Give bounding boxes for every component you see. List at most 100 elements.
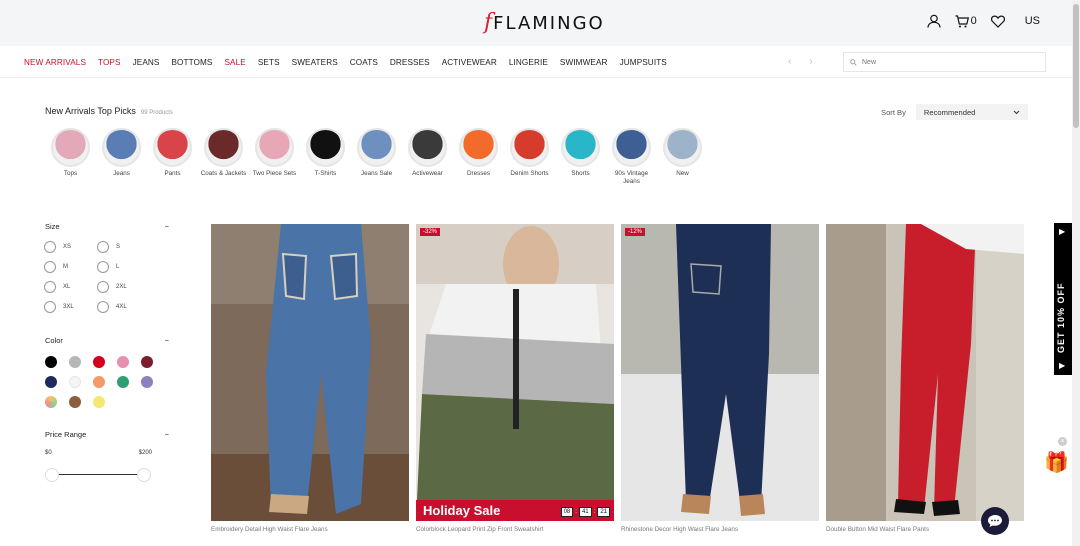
scrollbar-thumb[interactable] xyxy=(1073,4,1079,128)
nav-item-new-arrivals[interactable]: NEW ARRIVALS xyxy=(24,58,86,67)
dresses-thumb[interactable] xyxy=(459,128,498,167)
category-item[interactable]: Dresses xyxy=(453,128,504,186)
radio-button[interactable] xyxy=(97,241,109,253)
region-selector[interactable]: US xyxy=(1025,15,1040,27)
category-item[interactable]: Activewear xyxy=(402,128,453,186)
search-input[interactable] xyxy=(862,58,1032,66)
slider-min-handle[interactable] xyxy=(45,468,59,482)
color-swatch[interactable] xyxy=(45,396,57,408)
collapse-icon[interactable]: − xyxy=(165,336,169,345)
price-filter-header[interactable]: Price Range − xyxy=(45,430,169,439)
nav-item-dresses[interactable]: DRESSES xyxy=(390,58,430,67)
nav-item-sale[interactable]: SALE xyxy=(225,58,246,67)
color-swatch[interactable] xyxy=(45,376,57,388)
size-option-xs[interactable]: XS xyxy=(44,241,97,253)
color-swatch[interactable] xyxy=(69,396,81,408)
cart-button[interactable]: 0 xyxy=(955,14,977,28)
color-filter-header[interactable]: Color − xyxy=(45,336,169,345)
size-filter-header[interactable]: Size − xyxy=(45,222,169,231)
category-item[interactable]: Coats & Jackets xyxy=(198,128,249,186)
category-item[interactable]: Jeans xyxy=(96,128,147,186)
nav-next-icon[interactable]: › xyxy=(809,56,812,67)
heart-icon[interactable] xyxy=(990,15,1005,28)
category-item[interactable]: T-Shirts xyxy=(300,128,351,186)
search-box[interactable] xyxy=(843,52,1046,72)
category-item[interactable]: Tops xyxy=(45,128,96,186)
nav-item-jumpsuits[interactable]: JUMPSUITS xyxy=(620,58,667,67)
category-item[interactable]: Two Piece Sets xyxy=(249,128,300,186)
nav-item-jeans[interactable]: JEANS xyxy=(133,58,160,67)
nav-item-sweaters[interactable]: SWEATERS xyxy=(292,58,338,67)
radio-button[interactable] xyxy=(97,281,109,293)
product-image[interactable] xyxy=(826,224,1024,521)
category-item[interactable]: Denim Shorts xyxy=(504,128,555,186)
radio-button[interactable] xyxy=(97,261,109,273)
close-icon[interactable]: × xyxy=(1058,437,1067,446)
size-option-4xl[interactable]: 4XL xyxy=(97,301,150,313)
radio-button[interactable] xyxy=(44,301,56,313)
activewear-thumb[interactable] xyxy=(408,128,447,167)
product-image[interactable]: -12% xyxy=(621,224,819,521)
jeans-thumb[interactable] xyxy=(102,128,141,167)
new-thumb[interactable] xyxy=(663,128,702,167)
nav-prev-icon[interactable]: ‹ xyxy=(788,56,791,67)
product-image[interactable] xyxy=(211,224,409,521)
size-option-xl[interactable]: XL xyxy=(44,281,97,293)
sets-thumb[interactable] xyxy=(255,128,294,167)
category-item[interactable]: Shorts xyxy=(555,128,606,186)
product-card[interactable]: -32% Holiday Sale 08: 41: 21 Colorblock … xyxy=(416,224,614,533)
nav-item-lingerie[interactable]: LINGERIE xyxy=(509,58,548,67)
coats-thumb[interactable] xyxy=(204,128,243,167)
radio-button[interactable] xyxy=(44,241,56,253)
chat-button[interactable] xyxy=(981,507,1009,535)
denim-shorts-thumb[interactable] xyxy=(510,128,549,167)
size-option-2xl[interactable]: 2XL xyxy=(97,281,150,293)
color-swatch[interactable] xyxy=(93,356,105,368)
color-swatch[interactable] xyxy=(117,376,129,388)
product-card[interactable]: Embroidery Detail High Waist Flare Jeans xyxy=(211,224,409,533)
size-option-m[interactable]: M xyxy=(44,261,97,273)
color-swatch[interactable] xyxy=(117,356,129,368)
shorts-thumb[interactable] xyxy=(561,128,600,167)
color-swatch[interactable] xyxy=(141,356,153,368)
product-card[interactable]: Double Button Mid Waist Flare Pants xyxy=(826,224,1024,533)
color-swatch[interactable] xyxy=(69,356,81,368)
nav-item-swimwear[interactable]: SWIMWEAR xyxy=(560,58,608,67)
color-swatch[interactable] xyxy=(93,396,105,408)
product-name[interactable]: Embroidery Detail High Waist Flare Jeans xyxy=(211,526,409,533)
page-scrollbar[interactable] xyxy=(1072,0,1080,546)
color-swatch[interactable] xyxy=(93,376,105,388)
size-option-s[interactable]: S xyxy=(97,241,150,253)
gift-icon[interactable]: 🎁 xyxy=(1044,450,1069,475)
color-swatch[interactable] xyxy=(45,356,57,368)
nav-item-coats[interactable]: COATS xyxy=(350,58,378,67)
product-card[interactable]: -12% Rhinestone Decor High Waist Flare J… xyxy=(621,224,819,533)
product-name[interactable]: Rhinestone Decor High Waist Flare Jeans xyxy=(621,526,819,533)
category-item[interactable]: Pants xyxy=(147,128,198,186)
size-option-l[interactable]: L xyxy=(97,261,150,273)
vintage-jeans-thumb[interactable] xyxy=(612,128,651,167)
product-name[interactable]: Colorblock Leopard Print Zip Front Sweat… xyxy=(416,526,614,533)
category-item[interactable]: 90s Vintage Jeans xyxy=(606,128,657,186)
nav-item-tops[interactable]: TOPS xyxy=(98,58,121,67)
collapse-icon[interactable]: − xyxy=(165,222,169,231)
pants-thumb[interactable] xyxy=(153,128,192,167)
account-icon[interactable] xyxy=(926,14,941,28)
product-image[interactable]: -32% Holiday Sale 08: 41: 21 xyxy=(416,224,614,521)
color-swatch[interactable] xyxy=(141,376,153,388)
nav-item-activewear[interactable]: ACTIVEWEAR xyxy=(442,58,497,67)
tops-thumb[interactable] xyxy=(51,128,90,167)
jeans-sale-thumb[interactable] xyxy=(357,128,396,167)
color-swatch[interactable] xyxy=(69,376,81,388)
collapse-icon[interactable]: − xyxy=(165,430,169,439)
discount-promo-tab[interactable]: ▶ GET 10% OFF ▶ xyxy=(1054,223,1072,375)
slider-max-handle[interactable] xyxy=(137,468,151,482)
category-item[interactable]: Jeans Sale xyxy=(351,128,402,186)
nav-item-bottoms[interactable]: BOTTOMS xyxy=(171,58,212,67)
slider-track[interactable] xyxy=(53,474,145,475)
radio-button[interactable] xyxy=(44,261,56,273)
radio-button[interactable] xyxy=(44,281,56,293)
category-item[interactable]: New xyxy=(657,128,708,186)
sort-dropdown[interactable]: Recommended xyxy=(915,104,1028,120)
nav-item-sets[interactable]: SETS xyxy=(258,58,280,67)
